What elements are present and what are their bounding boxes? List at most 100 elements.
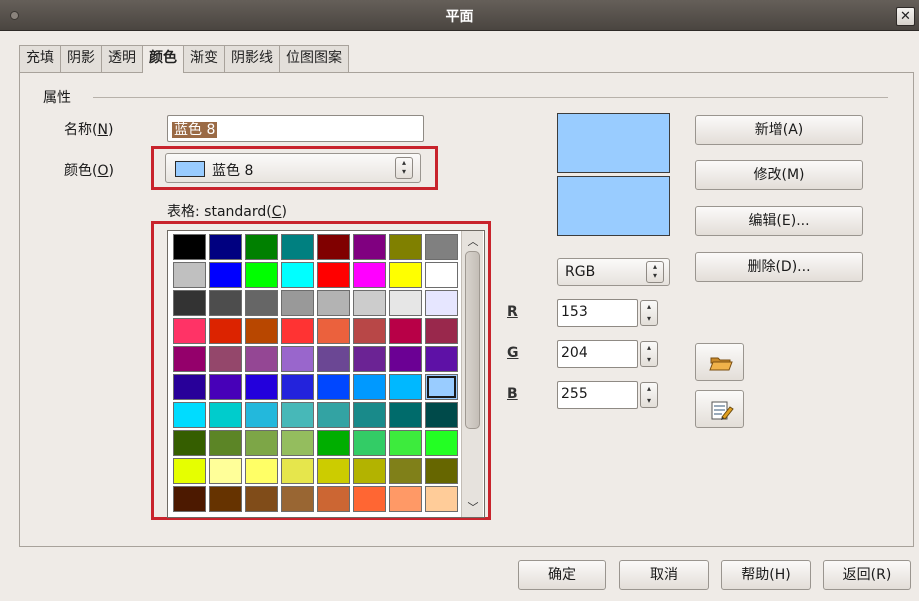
color-cell[interactable] bbox=[281, 318, 314, 344]
delete-button[interactable]: 删除(D)... bbox=[695, 252, 863, 282]
color-cell[interactable] bbox=[317, 402, 350, 428]
add-button[interactable]: 新增(A) bbox=[695, 115, 863, 145]
tab-shadow[interactable]: 阴影 bbox=[60, 45, 102, 72]
color-cell[interactable] bbox=[281, 486, 314, 512]
color-cell[interactable] bbox=[209, 486, 242, 512]
color-cell[interactable] bbox=[389, 402, 422, 428]
color-cell[interactable] bbox=[281, 290, 314, 316]
color-cell[interactable] bbox=[353, 234, 386, 260]
color-cell[interactable] bbox=[317, 346, 350, 372]
color-cell[interactable] bbox=[389, 290, 422, 316]
color-cell[interactable] bbox=[353, 486, 386, 512]
color-cell[interactable] bbox=[425, 486, 458, 512]
color-cell[interactable] bbox=[209, 262, 242, 288]
color-cell[interactable] bbox=[245, 234, 278, 260]
ok-button[interactable]: 确定 bbox=[518, 560, 606, 590]
tab-transparency[interactable]: 透明 bbox=[101, 45, 143, 72]
reset-button[interactable]: 返回(R) bbox=[823, 560, 911, 590]
blue-spin-icon[interactable]: ▴ ▾ bbox=[640, 382, 658, 408]
color-cell[interactable] bbox=[389, 318, 422, 344]
close-button[interactable]: ✕ bbox=[896, 7, 915, 26]
color-select[interactable]: 蓝色 8 ▴ ▾ bbox=[165, 153, 421, 183]
color-cell[interactable] bbox=[173, 290, 206, 316]
palette-scrollbar[interactable]: ︿ ﹀ bbox=[461, 231, 483, 517]
red-input[interactable]: 153 bbox=[557, 299, 638, 327]
color-cell[interactable] bbox=[209, 290, 242, 316]
name-input[interactable]: 蓝色 8 bbox=[167, 115, 424, 142]
combo-arrows-icon[interactable]: ▴ ▾ bbox=[395, 157, 413, 179]
blue-input[interactable]: 255 bbox=[557, 381, 638, 409]
color-cell[interactable] bbox=[245, 486, 278, 512]
red-spin-icon[interactable]: ▴ ▾ bbox=[640, 300, 658, 326]
color-cell[interactable] bbox=[317, 374, 350, 400]
green-input[interactable]: 204 bbox=[557, 340, 638, 368]
color-cell[interactable] bbox=[425, 430, 458, 456]
color-cell[interactable] bbox=[245, 458, 278, 484]
color-cell[interactable] bbox=[173, 318, 206, 344]
color-cell[interactable] bbox=[389, 458, 422, 484]
color-cell[interactable] bbox=[281, 234, 314, 260]
tab-hatching[interactable]: 阴影线 bbox=[224, 45, 280, 72]
tab-colors[interactable]: 颜色 bbox=[142, 45, 184, 73]
color-cell[interactable] bbox=[353, 458, 386, 484]
color-cell[interactable] bbox=[425, 290, 458, 316]
color-cell[interactable] bbox=[245, 374, 278, 400]
color-cell[interactable] bbox=[425, 458, 458, 484]
scroll-up-icon[interactable]: ︿ bbox=[462, 233, 484, 249]
color-cell[interactable] bbox=[389, 262, 422, 288]
color-cell[interactable] bbox=[317, 486, 350, 512]
color-cell[interactable] bbox=[425, 262, 458, 288]
color-cell[interactable] bbox=[209, 402, 242, 428]
color-cell[interactable] bbox=[317, 458, 350, 484]
color-cell[interactable] bbox=[173, 458, 206, 484]
color-cell[interactable] bbox=[317, 430, 350, 456]
color-cell[interactable] bbox=[245, 318, 278, 344]
tab-gradients[interactable]: 渐变 bbox=[183, 45, 225, 72]
color-cell[interactable] bbox=[173, 430, 206, 456]
model-arrows-icon[interactable]: ▴ ▾ bbox=[646, 261, 664, 283]
color-cell[interactable] bbox=[389, 346, 422, 372]
color-cell[interactable] bbox=[425, 318, 458, 344]
color-cell[interactable] bbox=[389, 430, 422, 456]
color-cell[interactable] bbox=[425, 374, 458, 400]
color-cell[interactable] bbox=[281, 458, 314, 484]
color-cell[interactable] bbox=[353, 346, 386, 372]
color-cell[interactable] bbox=[317, 262, 350, 288]
color-cell[interactable] bbox=[425, 346, 458, 372]
color-cell[interactable] bbox=[173, 262, 206, 288]
color-cell[interactable] bbox=[281, 430, 314, 456]
color-cell[interactable] bbox=[173, 234, 206, 260]
tab-fill[interactable]: 充填 bbox=[19, 45, 61, 72]
color-cell[interactable] bbox=[209, 430, 242, 456]
color-cell[interactable] bbox=[245, 290, 278, 316]
color-cell[interactable] bbox=[425, 402, 458, 428]
color-cell[interactable] bbox=[209, 374, 242, 400]
color-cell[interactable] bbox=[353, 318, 386, 344]
color-cell[interactable] bbox=[317, 234, 350, 260]
color-cell[interactable] bbox=[317, 290, 350, 316]
color-cell[interactable] bbox=[173, 374, 206, 400]
green-spin-icon[interactable]: ▴ ▾ bbox=[640, 341, 658, 367]
color-cell[interactable] bbox=[245, 430, 278, 456]
cancel-button[interactable]: 取消 bbox=[619, 560, 709, 590]
color-cell[interactable] bbox=[281, 402, 314, 428]
color-cell[interactable] bbox=[389, 486, 422, 512]
color-cell[interactable] bbox=[281, 374, 314, 400]
color-cell[interactable] bbox=[173, 486, 206, 512]
scroll-down-icon[interactable]: ﹀ bbox=[462, 499, 484, 515]
color-cell[interactable] bbox=[209, 346, 242, 372]
tab-bitmaps[interactable]: 位图图案 bbox=[279, 45, 349, 72]
load-color-list-button[interactable] bbox=[695, 343, 744, 381]
color-cell[interactable] bbox=[353, 374, 386, 400]
modify-button[interactable]: 修改(M) bbox=[695, 160, 863, 190]
color-cell[interactable] bbox=[389, 234, 422, 260]
edit-button[interactable]: 编辑(E)... bbox=[695, 206, 863, 236]
color-cell[interactable] bbox=[209, 234, 242, 260]
help-button[interactable]: 帮助(H) bbox=[721, 560, 811, 590]
color-model-select[interactable]: RGB ▴ ▾ bbox=[557, 258, 670, 286]
color-cell[interactable] bbox=[353, 430, 386, 456]
color-cell[interactable] bbox=[245, 346, 278, 372]
color-cell[interactable] bbox=[209, 318, 242, 344]
color-cell[interactable] bbox=[281, 346, 314, 372]
scroll-thumb[interactable] bbox=[465, 251, 480, 429]
